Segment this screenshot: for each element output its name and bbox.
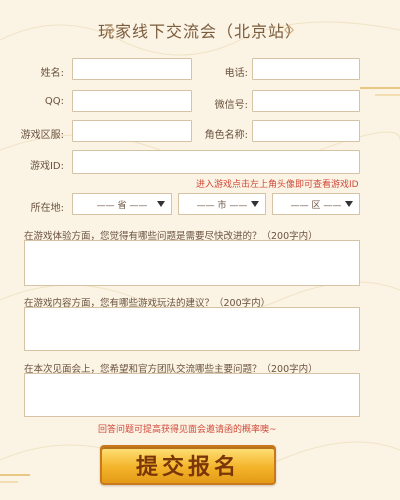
submit-button-label: 提交报名 xyxy=(135,454,240,480)
page-title: 玩家线下交流会（北京站） xyxy=(97,22,302,41)
phone-label: 电话: xyxy=(224,68,248,79)
province-select-value: —— 省 —— xyxy=(96,200,148,211)
name-field[interactable] xyxy=(72,58,192,82)
location-label: 所在地: xyxy=(30,203,64,214)
city-select-value: —— 市 —— xyxy=(196,200,248,211)
phone-field[interactable] xyxy=(252,58,360,82)
chevron-down-icon xyxy=(251,201,259,207)
game-id-hint: 进入游戏点击左上角头像即可查看游戏ID xyxy=(196,180,359,190)
game-id-label: 游戏ID: xyxy=(29,161,64,172)
role-label: 角色名称: xyxy=(204,130,248,141)
diamond-ornament-icon xyxy=(284,25,294,35)
province-select[interactable]: —— 省 —— xyxy=(72,193,172,215)
diamond-ornament-icon xyxy=(105,25,115,35)
server-field[interactable] xyxy=(72,120,192,144)
qq-field[interactable] xyxy=(72,90,192,114)
question-1-textarea[interactable] xyxy=(24,240,360,286)
page-header: 玩家线下交流会（北京站） xyxy=(0,18,400,42)
chevron-down-icon xyxy=(157,201,165,207)
role-field[interactable] xyxy=(252,120,360,144)
wechat-field[interactable] xyxy=(252,90,360,114)
district-select-value: —— 区 —— xyxy=(290,200,342,211)
qq-label: QQ: xyxy=(44,96,64,107)
chevron-down-icon xyxy=(345,201,353,207)
game-id-field[interactable] xyxy=(72,150,360,175)
wechat-label: 微信号: xyxy=(214,100,248,111)
city-select[interactable]: —— 市 —— xyxy=(178,193,266,215)
bottom-hint: 回答问题可提高获得见面会邀请函的概率噢~ xyxy=(98,425,277,435)
question-2-textarea[interactable] xyxy=(24,307,360,351)
submit-button[interactable]: 提交报名 xyxy=(100,445,276,485)
server-label: 游戏区服: xyxy=(20,130,64,141)
district-select[interactable]: —— 区 —— xyxy=(272,193,360,215)
name-label: 姓名: xyxy=(40,68,64,79)
question-3-textarea[interactable] xyxy=(24,373,360,417)
